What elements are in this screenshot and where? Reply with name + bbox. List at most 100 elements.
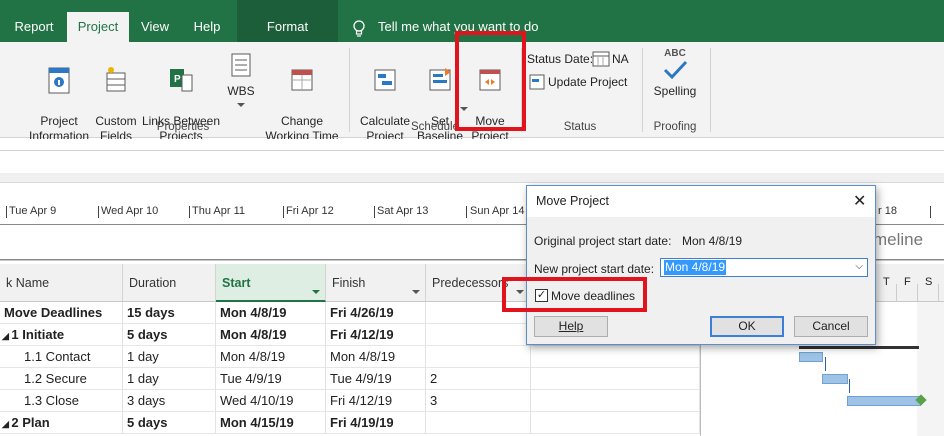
duration-cell[interactable]: 5 days bbox=[123, 412, 216, 434]
wbs-dropdown-arrow bbox=[237, 103, 245, 107]
gantt-link-line bbox=[825, 357, 826, 371]
tab-format[interactable]: Format bbox=[250, 12, 325, 42]
status-date-value[interactable]: NA bbox=[612, 50, 629, 68]
timeline-date: Sun Apr 14 bbox=[470, 205, 525, 217]
highlight-move-deadlines bbox=[502, 277, 647, 312]
proofing-group-label: Proofing bbox=[653, 121, 697, 133]
column-header-finish[interactable]: Finish bbox=[326, 264, 426, 302]
finish-cell[interactable]: Tue 4/9/19 bbox=[326, 368, 426, 390]
start-filter-arrow[interactable] bbox=[312, 290, 320, 294]
wbs-icon bbox=[231, 53, 251, 77]
timeline-tick bbox=[466, 206, 467, 218]
predecessors-cell[interactable] bbox=[426, 346, 531, 368]
duration-cell[interactable]: 15 days bbox=[123, 302, 216, 324]
start-cell[interactable]: Tue 4/9/19 bbox=[216, 368, 326, 390]
tab-view[interactable]: View bbox=[132, 12, 178, 42]
status-date-calendar-icon[interactable] bbox=[592, 50, 610, 68]
ribbon-left-edge bbox=[0, 90, 3, 94]
start-cell[interactable]: Wed 4/10/19 bbox=[216, 390, 326, 412]
duration-cell[interactable]: 5 days bbox=[123, 324, 216, 346]
highlight-move-project bbox=[455, 31, 526, 131]
update-project-icon bbox=[529, 74, 545, 90]
predecessors-cell[interactable] bbox=[426, 412, 531, 434]
blank-cell[interactable] bbox=[531, 368, 700, 390]
start-cell[interactable]: Mon 4/8/19 bbox=[216, 346, 326, 368]
new-start-label: New project start date: bbox=[534, 262, 655, 276]
wbs-label: WBS bbox=[227, 84, 255, 98]
timeline-tick bbox=[98, 206, 99, 218]
ok-button[interactable]: OK bbox=[710, 316, 784, 337]
blank-cell[interactable] bbox=[531, 412, 700, 434]
pane-divider bbox=[0, 173, 944, 183]
close-icon[interactable]: ✕ bbox=[853, 194, 866, 210]
task-name-cell[interactable]: 1.1 Contact bbox=[0, 346, 123, 368]
column-header-duration[interactable]: Duration bbox=[123, 264, 216, 302]
gantt-day-letter: F bbox=[904, 276, 911, 288]
help-button[interactable]: Help bbox=[534, 316, 608, 337]
project-information-button[interactable]: Project Information bbox=[24, 50, 94, 144]
blank-strip bbox=[0, 151, 944, 173]
timeline-date: Sat Apr 13 bbox=[377, 205, 429, 217]
duration-cell[interactable]: 1 day bbox=[123, 368, 216, 390]
abc-icon-text: ABC bbox=[664, 48, 686, 59]
finish-cell[interactable]: Fri 4/19/19 bbox=[326, 412, 426, 434]
gantt-task-bar[interactable] bbox=[822, 374, 848, 384]
spelling-button[interactable]: ABC Spelling bbox=[648, 48, 702, 99]
predecessors-cell[interactable]: 2 bbox=[426, 368, 531, 390]
collapse-triangle-icon[interactable]: ◢ bbox=[2, 419, 11, 429]
task-name-cell[interactable]: Move Deadlines bbox=[0, 302, 123, 324]
predecessors-cell[interactable] bbox=[426, 324, 531, 346]
ribbon-separator bbox=[642, 48, 643, 132]
timeline-tick bbox=[283, 206, 284, 218]
original-start-value: Mon 4/8/19 bbox=[682, 234, 743, 248]
gantt-summary-bar[interactable] bbox=[799, 346, 919, 349]
finish-cell[interactable]: Fri 4/26/19 bbox=[326, 302, 426, 324]
properties-group-label: Properties bbox=[156, 121, 210, 133]
update-project-button[interactable]: Update Project bbox=[548, 73, 627, 91]
collapse-triangle-icon[interactable]: ◢ bbox=[2, 331, 11, 341]
duration-cell[interactable]: 1 day bbox=[123, 346, 216, 368]
calendar-icon bbox=[291, 69, 313, 91]
new-start-date-value: Mon 4/8/19 bbox=[664, 260, 727, 275]
gantt-gridline bbox=[917, 284, 918, 302]
blank-cell[interactable] bbox=[531, 346, 700, 368]
column-header-task-name[interactable]: k Name bbox=[0, 264, 123, 302]
new-start-date-field[interactable]: Mon 4/8/19 ⌵ bbox=[660, 258, 868, 277]
task-name-cell[interactable]: 1.2 Secure bbox=[0, 368, 123, 390]
change-working-time-button[interactable]: Change Working Time bbox=[262, 50, 342, 144]
tab-report[interactable]: Report bbox=[6, 12, 62, 42]
timeline-tick bbox=[6, 206, 7, 218]
finish-cell[interactable]: Mon 4/8/19 bbox=[326, 346, 426, 368]
finish-filter-arrow[interactable] bbox=[412, 290, 420, 294]
gantt-task-bar[interactable] bbox=[847, 396, 921, 406]
blank-cell[interactable] bbox=[531, 390, 700, 412]
timeline-date: Fri Apr 12 bbox=[286, 205, 334, 217]
task-name-cell[interactable]: ◢ 2 Plan bbox=[0, 412, 123, 434]
tab-project[interactable]: Project bbox=[67, 12, 129, 42]
timeline-date: Wed Apr 10 bbox=[101, 205, 159, 217]
gantt-day-letter: T bbox=[883, 276, 890, 288]
column-header-start[interactable]: Start bbox=[216, 264, 326, 302]
ribbon-separator bbox=[710, 48, 711, 132]
timeline-tick bbox=[930, 206, 931, 218]
ribbon-bottom-strip bbox=[0, 139, 944, 151]
finish-cell[interactable]: Fri 4/12/19 bbox=[326, 324, 426, 346]
chevron-down-icon[interactable]: ⌵ bbox=[855, 261, 863, 272]
gantt-weekend-shading bbox=[917, 302, 944, 436]
tab-help[interactable]: Help bbox=[183, 12, 231, 42]
start-cell[interactable]: Mon 4/15/19 bbox=[216, 412, 326, 434]
duration-cell[interactable]: 3 days bbox=[123, 390, 216, 412]
start-cell[interactable]: Mon 4/8/19 bbox=[216, 302, 326, 324]
predecessors-cell[interactable]: 3 bbox=[426, 390, 531, 412]
project-information-icon bbox=[48, 67, 70, 94]
gantt-task-bar[interactable] bbox=[799, 352, 823, 362]
timeline-date: r 18 bbox=[878, 205, 897, 217]
dialog-title: Move Project bbox=[527, 186, 875, 217]
cancel-button[interactable]: Cancel bbox=[794, 316, 868, 337]
start-cell[interactable]: Mon 4/8/19 bbox=[216, 324, 326, 346]
finish-cell[interactable]: Fri 4/12/19 bbox=[326, 390, 426, 412]
lightbulb-icon bbox=[353, 20, 365, 37]
task-name-cell[interactable]: ◢ 1 Initiate bbox=[0, 324, 123, 346]
task-name-cell[interactable]: 1.3 Close bbox=[0, 390, 123, 412]
wbs-button[interactable]: WBS bbox=[222, 50, 260, 109]
